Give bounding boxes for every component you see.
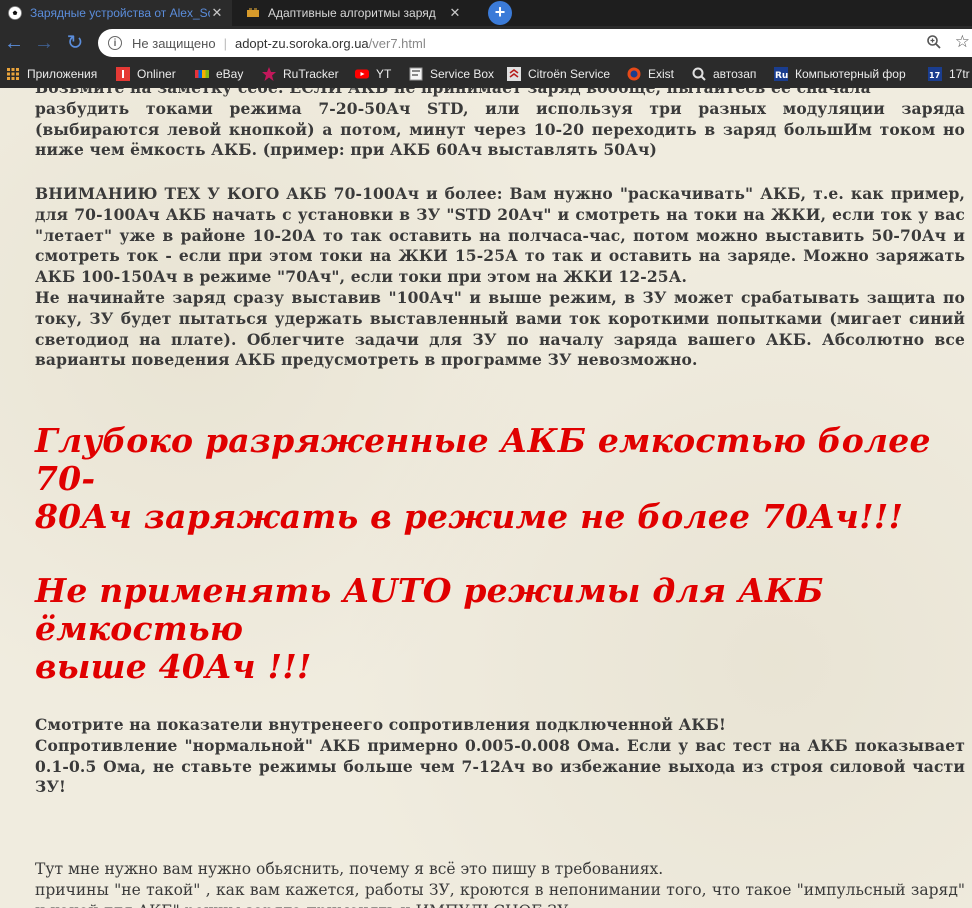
bookmark-label: RuTracker <box>283 67 339 81</box>
bookmark-computer-forum[interactable]: Ru Компьютерный фор <box>774 66 906 82</box>
page-content[interactable]: Возьмите на заметку себе: ЕСЛИ АКБ не пр… <box>0 88 972 908</box>
bookmark-onliner[interactable]: Onliner <box>116 66 176 82</box>
browser-toolbar: ← → ↻ i Не защищено | adopt-zu.soroka.or… <box>0 26 972 60</box>
paragraph-explanation-body: причины "не такой" , как вам кажется, ра… <box>35 881 965 908</box>
warning-deep-discharge-line2: 80Ач заряжать в режиме не более 70Ач!!! <box>35 497 904 536</box>
paragraph-wake-battery: Возьмите на заметку себе: ЕСЛИ АКБ не пр… <box>35 88 965 161</box>
zoom-icon[interactable] <box>926 34 942 50</box>
bookmark-label: 17tr <box>949 67 970 81</box>
warning-auto-mode: Не применять AUTO режимы для АКБ ёмкость… <box>35 572 965 686</box>
bookmark-ebay[interactable]: eBay <box>195 66 243 82</box>
tab-adaptive-algorithms[interactable]: Адаптивные алгоритмы заряд ✕ <box>238 0 470 26</box>
bookmark-label: автозап <box>713 67 757 81</box>
tab-zu-alex-so[interactable]: Зарядные устройства от Alex_So ✕ <box>0 0 232 26</box>
svg-text:17: 17 <box>929 71 940 80</box>
bookmark-label: Onliner <box>137 67 176 81</box>
bookmark-service-box[interactable]: Service Box <box>409 66 494 82</box>
bookmark-label: Exist <box>648 67 675 81</box>
bookmark-star-icon[interactable]: ☆ <box>955 32 970 52</box>
exist-icon <box>627 67 641 81</box>
ru-board-icon: Ru <box>774 67 788 81</box>
rutracker-icon <box>262 67 276 81</box>
url-path: /ver7.html <box>368 35 426 51</box>
paragraph-resistance-body: Сопротивление "нормальной" АКБ примерно … <box>35 735 965 797</box>
apps-grid-icon <box>7 68 19 80</box>
paragraph-explanation: Тут мне нужно вам нужно обьяснить, почем… <box>35 859 965 908</box>
charger-icon <box>247 8 259 17</box>
address-separator: | <box>223 35 227 51</box>
bookmark-label: YT <box>376 67 392 81</box>
bookmark-yt[interactable]: YT <box>355 66 391 82</box>
bookmark-label: Citroën Service <box>528 67 611 81</box>
bookmark-label: eBay <box>216 67 244 81</box>
warning-deep-discharge-line1: Глубоко разряженные АКБ емкостью более 7… <box>35 421 931 498</box>
ebay-icon <box>195 70 209 78</box>
tab-title: Адаптивные алгоритмы заряд <box>268 6 436 20</box>
onliner-icon <box>116 67 130 81</box>
close-tab-icon[interactable]: ✕ <box>448 5 462 21</box>
paragraph-internal-resistance: Смотрите на показатели внутренеего сопро… <box>35 715 965 798</box>
new-tab-button[interactable]: + <box>488 1 512 25</box>
bookmark-label: Компьютерный фор <box>795 67 906 81</box>
close-tab-icon[interactable]: ✕ <box>210 5 224 21</box>
service-box-icon <box>409 67 423 81</box>
bookmark-label: Приложения <box>27 67 98 81</box>
tab-strip: Зарядные устройства от Alex_So ✕ Адаптив… <box>0 0 972 26</box>
paragraph-explanation-line1: Тут мне нужно вам нужно обьяснить, почем… <box>35 860 664 878</box>
bookmarks-bar: Приложения Onliner eBay RuTracker YT Ser… <box>0 60 972 88</box>
reload-icon[interactable]: ↻ <box>63 32 87 54</box>
autozap-icon <box>692 67 706 81</box>
citroen-icon <box>507 67 521 81</box>
bookmark-apps[interactable]: Приложения <box>6 66 97 82</box>
paragraph-big-battery-warning: ВНИМАНИЮ ТЕХ У КОГО АКБ 70-100Ач и более… <box>35 184 965 371</box>
paragraph-swing-battery: ВНИМАНИЮ ТЕХ У КОГО АКБ 70-100Ач и более… <box>35 184 965 287</box>
17tr-icon: 17 <box>928 67 942 81</box>
address-bar[interactable]: i Не защищено | adopt-zu.soroka.org.ua/v… <box>98 29 972 57</box>
tab-title: Зарядные устройства от Alex_So <box>30 6 210 20</box>
security-label: Не защищено <box>132 35 216 51</box>
bookmark-rutracker[interactable]: RuTracker <box>262 66 339 82</box>
paragraph-resistance-heading: Смотрите на показатели внутренеего сопро… <box>35 715 726 734</box>
info-icon[interactable]: i <box>108 36 122 50</box>
warning-auto-mode-line2: выше 40Ач !!! <box>35 647 312 686</box>
bookmark-autozap[interactable]: автозап <box>692 66 756 82</box>
svg-text:Ru: Ru <box>775 71 788 81</box>
paragraph-overcurrent: Не начинайте заряд сразу выставив "100Ач… <box>35 287 965 370</box>
warning-auto-mode-line1: Не применять AUTO режимы для АКБ ёмкость… <box>35 571 824 648</box>
soccer-ball-icon <box>8 6 22 20</box>
url-host: adopt-zu.soroka.org.ua <box>234 35 369 51</box>
paragraph-wake-body: разбудить токами режима 7-20-50Ач STD, и… <box>35 98 965 160</box>
bookmark-17tr[interactable]: 17 17tr <box>928 66 970 82</box>
paragraph-wake-top: Возьмите на заметку себе: ЕСЛИ АКБ не пр… <box>35 88 965 99</box>
youtube-icon <box>355 69 369 79</box>
back-arrow-icon[interactable]: ← <box>2 32 26 54</box>
bookmark-label: Service Box <box>430 67 495 81</box>
bookmark-exist[interactable]: Exist <box>627 66 674 82</box>
bookmark-citroen-service[interactable]: Citroën Service <box>507 66 610 82</box>
warning-deep-discharge: Глубоко разряженные АКБ емкостью более 7… <box>35 422 965 536</box>
forward-arrow-icon[interactable]: → <box>32 32 56 54</box>
